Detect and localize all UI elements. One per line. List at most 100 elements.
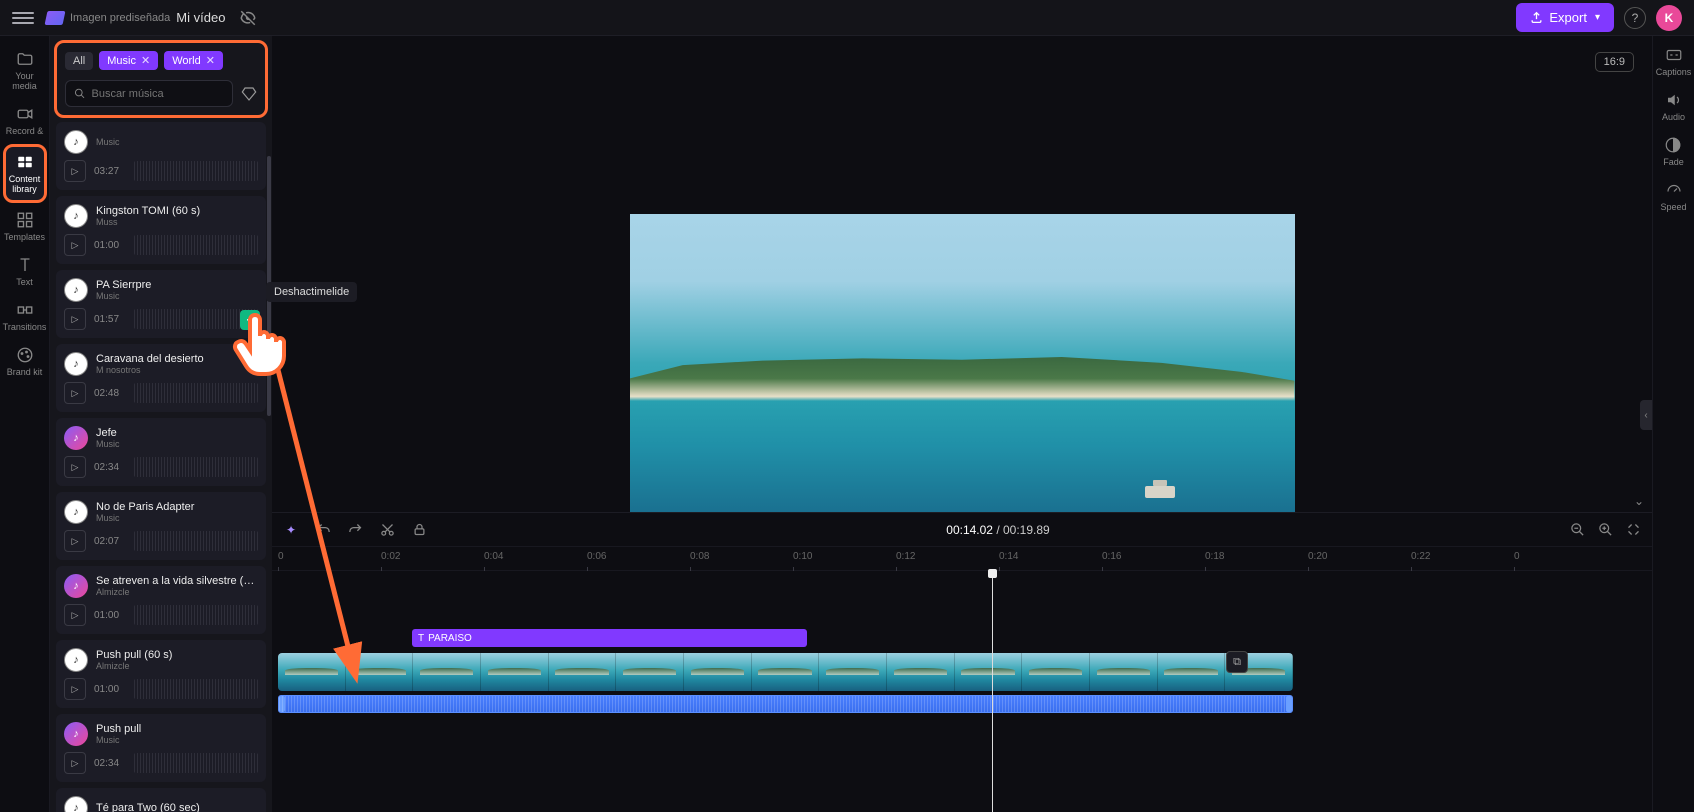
fit-button[interactable] [1624,521,1642,539]
audio-clip[interactable] [278,695,1293,713]
nav-brand-kit[interactable]: Brand kit [3,340,47,383]
music-item[interactable]: ♪ Kingston TOMI (60 s) Muss ▷ 01:00 [56,196,266,264]
music-note-icon: ♪ [64,722,88,746]
left-nav: Your media Record & Content library Temp… [0,36,50,812]
music-item[interactable]: ♪ Té para Two (60 sec) ▷ [56,788,266,812]
search-input[interactable] [91,88,224,100]
play-preview-button[interactable]: ▷ [64,308,86,330]
waveform-icon [134,235,258,255]
timeline-time: 00:14.02 / 00:19.89 [442,523,1554,537]
chip-music[interactable]: Music✕ [99,51,158,70]
music-note-icon: ♪ [64,426,88,450]
project-title[interactable]: Mi vídeo [176,10,225,25]
play-preview-button[interactable]: ▷ [64,456,86,478]
music-item[interactable]: ♪ Music ▷ 03:27 [56,122,266,190]
video-thumbnail [752,653,820,691]
video-thumbnail [819,653,887,691]
video-thumbnail [481,653,549,691]
video-clip[interactable] [278,653,1293,691]
music-title: Push pull (60 s) [96,649,258,661]
library-icon [16,153,34,171]
play-preview-button[interactable]: ▷ [64,604,86,626]
timeline-tracks[interactable]: T PARAISO ⧉ [272,571,1652,812]
music-note-icon: ♪ [64,204,88,228]
timeline: ✦ 00:14.02 / 00:19.89 00:020:040:060:080… [272,512,1652,812]
nav-text[interactable]: Text [3,250,47,293]
folder-icon [16,50,34,68]
speaker-icon [1665,91,1683,109]
video-thumbnail [1090,653,1158,691]
add-tooltip: Deshactimelide [266,282,357,302]
aspect-ratio-badge[interactable]: 16:9 [1595,52,1634,72]
top-bar: Imagen prediseñada Mi vídeo Export ▾ ? K [0,0,1694,36]
nav-templates[interactable]: Templates [3,205,47,248]
rnav-captions[interactable]: Captions [1656,46,1692,77]
play-preview-button[interactable]: ▷ [64,160,86,182]
menu-button[interactable] [12,7,34,29]
rnav-audio[interactable]: Audio [1662,91,1685,122]
music-subtitle: Music [96,439,258,449]
music-note-icon: ♪ [64,648,88,672]
music-item[interactable]: ♪ Push pull Music ▷ 02:34 [56,714,266,782]
music-subtitle: Music [96,137,258,147]
video-thumbnail [684,653,752,691]
diamond-icon[interactable] [241,86,257,102]
play-preview-button[interactable]: ▷ [64,234,86,256]
zoom-in-button[interactable] [1596,521,1614,539]
rnav-fade[interactable]: Fade [1663,136,1684,167]
text-clip[interactable]: T PARAISO [412,629,807,647]
playhead[interactable] [992,571,993,812]
palette-icon [16,346,34,364]
collapse-right-button[interactable]: ‹ [1640,400,1652,430]
ruler-tick: 0:22 [1411,551,1430,562]
play-preview-button[interactable]: ▷ [64,530,86,552]
export-label: Export [1549,10,1587,25]
waveform-icon [134,383,258,403]
nav-your-media[interactable]: Your media [3,44,47,97]
music-title: Push pull [96,723,258,735]
expand-down-button[interactable]: ⌄ [1634,494,1644,508]
ruler-tick: 0:12 [896,551,915,562]
nav-transitions[interactable]: Transitions [3,295,47,338]
transition-marker[interactable]: ⧉ [1226,651,1248,673]
music-note-icon: ♪ [64,278,88,302]
music-duration: 02:34 [94,758,126,769]
clipart-label: Imagen prediseñada [70,12,170,24]
user-avatar[interactable]: K [1656,5,1682,31]
search-icon [74,87,85,100]
music-item[interactable]: ♪ Push pull (60 s) Almizcle ▷ 01:00 [56,640,266,708]
content-panel: All Music✕ World✕ ♪ Music [50,36,272,812]
nav-record[interactable]: Record & [3,99,47,142]
search-input-wrapper[interactable] [65,80,233,107]
timeline-ruler[interactable]: 00:020:040:060:080:100:120:140:160:180:2… [272,547,1652,571]
music-item[interactable]: ♪ Jefe Music ▷ 02:34 [56,418,266,486]
nav-content-library[interactable]: Content library [3,144,47,203]
music-title: Té para Two (60 sec) [96,802,258,812]
music-item[interactable]: ♪ No de Paris Adapter Music ▷ 02:07 [56,492,266,560]
music-item[interactable]: ♪ Se atreven a la vida silvestre (60 s) … [56,566,266,634]
text-icon: T [418,633,424,644]
music-duration: 01:00 [94,610,126,621]
play-preview-button[interactable]: ▷ [64,678,86,700]
app-logo-icon [45,11,66,25]
waveform-icon [134,605,258,625]
video-thumbnail [549,653,617,691]
music-list[interactable]: ♪ Music ▷ 03:27 ♪ Kingston TOMI (60 s) M… [50,122,272,812]
visibility-off-icon[interactable] [239,9,257,27]
help-button[interactable]: ? [1624,7,1646,29]
play-preview-button[interactable]: ▷ [64,382,86,404]
play-preview-button[interactable]: ▷ [64,752,86,774]
chip-world[interactable]: World✕ [164,51,223,70]
close-icon[interactable]: ✕ [141,54,150,67]
zoom-out-button[interactable] [1568,521,1586,539]
close-icon[interactable]: ✕ [206,54,215,67]
music-note-icon: ♪ [64,796,88,812]
audio-handle-right[interactable] [1286,696,1292,712]
lock-button[interactable] [410,521,428,539]
rnav-speed[interactable]: Speed [1660,181,1686,212]
export-button[interactable]: Export ▾ [1516,3,1614,32]
music-subtitle: Muss [96,217,258,227]
annotation-cursor-icon [228,308,288,380]
chip-all[interactable]: All [65,52,93,70]
ruler-tick: 0:10 [793,551,812,562]
